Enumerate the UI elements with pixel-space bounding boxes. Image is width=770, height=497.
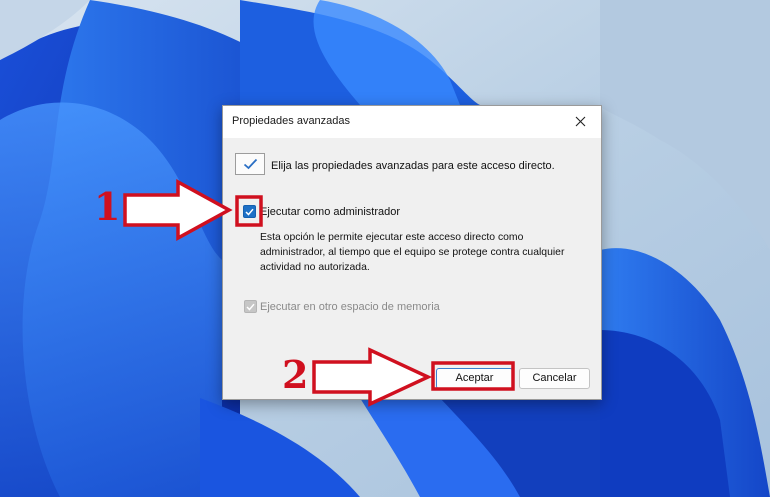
intro-text: Elija las propiedades avanzadas para est… (271, 160, 555, 172)
dialog-titlebar: Propiedades avanzadas (223, 106, 601, 138)
ok-button[interactable]: Aceptar (436, 368, 513, 389)
separate-memory-checkbox (244, 300, 257, 313)
step-number-2: 2 (282, 352, 309, 397)
step-number-1: 1 (94, 184, 121, 229)
checkmark-icon (243, 158, 258, 170)
dialog-title: Propiedades avanzadas (232, 115, 351, 127)
cancel-button[interactable]: Cancelar (519, 368, 590, 389)
run-as-admin-checkbox[interactable] (243, 205, 256, 218)
advanced-properties-dialog: Propiedades avanzadas Elija las propieda… (222, 105, 602, 400)
description-line: Esta opción le permite ejecutar este acc… (260, 232, 524, 243)
close-icon (575, 116, 586, 127)
close-button[interactable] (561, 106, 601, 138)
shortcut-checkmark-icon (235, 153, 265, 175)
checkmark-icon (245, 208, 254, 216)
description-line: actividad no autorizada. (260, 262, 370, 273)
run-as-admin-description: Esta opción le permite ejecutar este acc… (260, 230, 590, 275)
checkmark-icon (246, 303, 255, 311)
description-line: administrador, al tiempo que el equipo s… (260, 247, 565, 258)
run-as-admin-label[interactable]: Ejecutar como administrador (260, 206, 400, 218)
separate-memory-label: Ejecutar en otro espacio de memoria (260, 301, 440, 313)
